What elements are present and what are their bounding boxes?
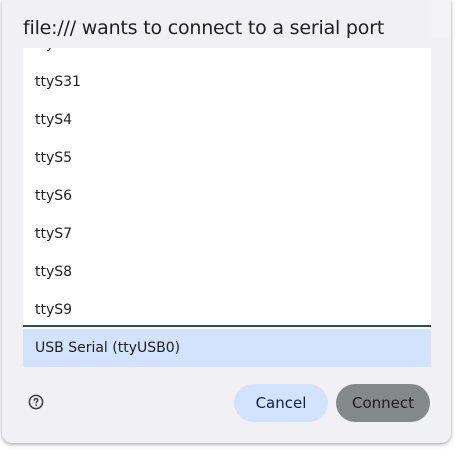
port-item-selected[interactable]: USB Serial (ttyUSB0) (23, 329, 431, 367)
port-item[interactable]: ttyS6 (23, 177, 431, 215)
port-item[interactable]: ttyS9 (23, 291, 431, 329)
port-item[interactable]: ttyS31 (23, 63, 431, 101)
port-item[interactable]: ttyS30 (23, 48, 431, 63)
dialog-edge (431, 0, 451, 38)
focus-indicator (23, 325, 431, 327)
port-item[interactable]: ttyS7 (23, 215, 431, 253)
help-icon[interactable] (28, 394, 44, 410)
port-list[interactable]: ttyS30 ttyS31 ttyS4 ttyS5 ttyS6 ttyS7 tt… (23, 48, 431, 367)
serial-port-dialog: file:/// wants to connect to a serial po… (2, 0, 451, 443)
question-circle-icon (28, 394, 44, 410)
dialog-title: file:/// wants to connect to a serial po… (23, 17, 385, 39)
port-item[interactable]: ttyS5 (23, 139, 431, 177)
port-item[interactable]: ttyS4 (23, 101, 431, 139)
port-item[interactable]: ttyS8 (23, 253, 431, 291)
connect-button[interactable]: Connect (336, 384, 430, 422)
cancel-button[interactable]: Cancel (234, 384, 328, 422)
